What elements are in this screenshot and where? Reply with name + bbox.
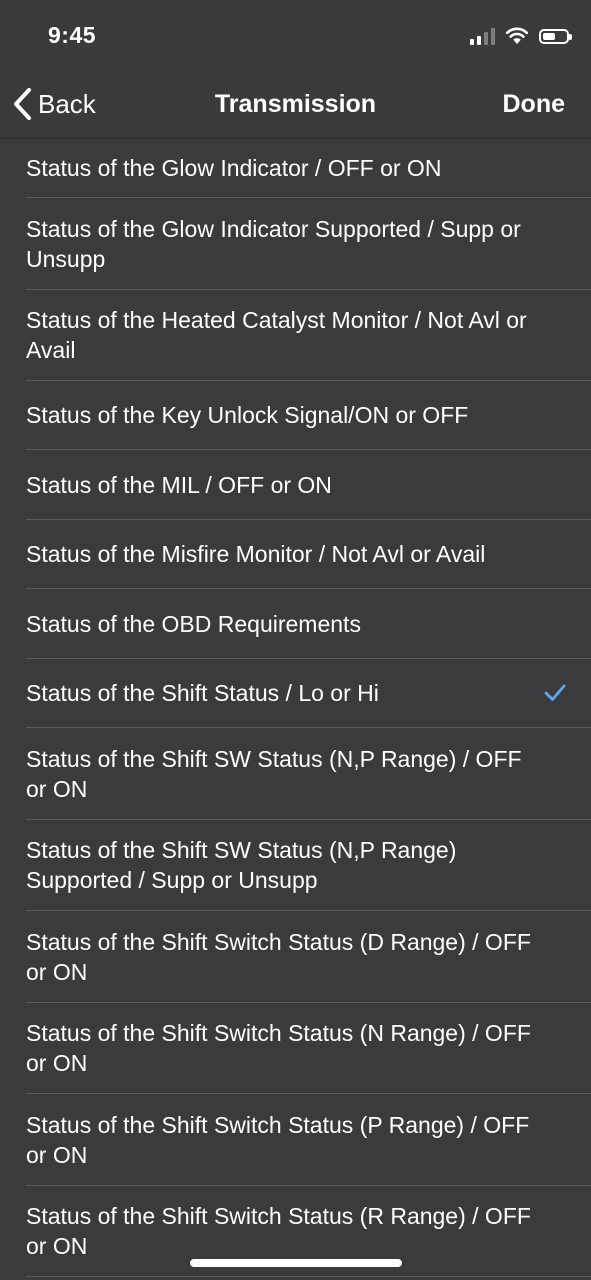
list-item-label: Status of the Glow Indicator Supported /… (26, 215, 521, 272)
list-item[interactable]: Status of the Key Unlock Signal/ON or OF… (26, 381, 591, 450)
list-item-label: Status of the Glow Indicator / OFF or ON (26, 154, 442, 181)
list-item-label: Status of the Heated Catalyst Monitor / … (26, 307, 527, 363)
list-item-label: Status of the Shift Switch Status (P Ran… (26, 1111, 530, 1168)
list-item-label: Status of the Shift Switch Status (D Ran… (26, 928, 531, 985)
list-item-label: Status of the Misfire Monitor / Not Avl … (26, 541, 486, 567)
list-item-label: Status of the Key Unlock Signal/ON or OF… (26, 402, 469, 428)
list-item[interactable]: Status of the Shift SW Status (N,P Range… (26, 820, 591, 911)
list-item[interactable]: Status of the MIL / OFF or ON (26, 450, 591, 520)
list-item-label: Status of the Shift Switch Status (R Ran… (26, 1203, 531, 1259)
status-bar: 9:45 (0, 0, 591, 72)
list-item[interactable]: Status of the Heated Catalyst Monitor / … (26, 290, 591, 381)
home-indicator (190, 1259, 402, 1267)
list-item[interactable]: Status of the Shift SW Status (N,P Range… (26, 728, 591, 820)
list-item[interactable]: Status of the Glow Indicator Supported /… (26, 198, 591, 290)
navigation-bar: Back Transmission Done (0, 72, 591, 139)
option-list: Status of the Glow Indicator / OFF or ON… (0, 138, 591, 1280)
list-item-label: Status of the OBD Requirements (26, 610, 361, 637)
battery-icon (539, 28, 572, 44)
list-item[interactable]: Status of the Shift Switch Status (D Ran… (26, 911, 591, 1003)
list-item-label: Status of the Shift SW Status (N,P Range… (26, 745, 522, 802)
list-item[interactable]: Status of the Glow Indicator / OFF or ON (26, 138, 591, 198)
list-item-label: Status of the Shift Switch Status (N Ran… (26, 1020, 531, 1076)
list-item-label: Status of the MIL / OFF or ON (26, 471, 332, 498)
list-item-label: Status of the Shift SW Status (N,P Range… (26, 837, 457, 893)
cellular-signal-icon (470, 27, 495, 45)
list-item[interactable]: Status of the Shift Switch Status (P Ran… (26, 1094, 591, 1186)
status-icons (470, 24, 572, 48)
status-time: 9:45 (48, 22, 97, 48)
list-item[interactable]: Status of the Shift Status / Lo or Hi (26, 659, 591, 728)
wifi-icon (505, 27, 529, 44)
checkmark-icon (544, 684, 566, 701)
list-item-label: Status of the Shift Status / Lo or Hi (26, 680, 379, 706)
done-button[interactable]: Done (503, 90, 566, 119)
list-item[interactable]: Status of the OBD Requirements (26, 589, 591, 659)
list-item[interactable]: Status of the Misfire Monitor / Not Avl … (26, 520, 591, 589)
list-item[interactable]: Status of the Shift Switch Status (N Ran… (26, 1003, 591, 1094)
